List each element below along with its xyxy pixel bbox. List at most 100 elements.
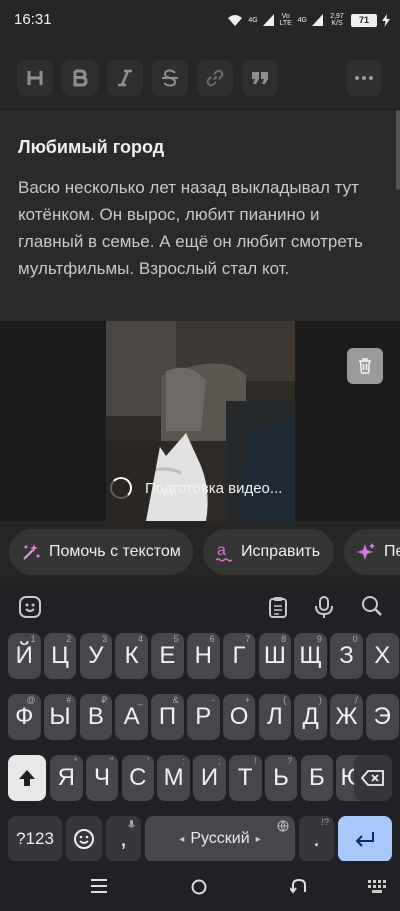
help-with-text-chip[interactable]: Помочь с текстом — [9, 529, 193, 575]
recent-apps-icon[interactable] — [91, 879, 107, 893]
more-icon — [355, 76, 373, 80]
search-icon[interactable] — [361, 595, 383, 617]
keyboard-switcher-icon[interactable] — [368, 880, 388, 894]
key-row2-4[interactable]: П & — [151, 694, 184, 740]
key-row1-2[interactable]: У3 — [79, 633, 113, 679]
key-row1-0[interactable]: Й1 — [8, 633, 41, 679]
key-hint: 2 — [66, 634, 72, 644]
key-row2-1[interactable]: Ы # — [43, 694, 77, 740]
third-ai-chip[interactable]: Пе — [344, 529, 400, 575]
key-row2-3[interactable]: А _ — [115, 694, 148, 740]
back-icon[interactable] — [290, 878, 308, 894]
article-title[interactable]: Любимый город — [18, 137, 164, 158]
emoji-key[interactable] — [66, 816, 102, 862]
key-label: О — [229, 703, 249, 730]
key-hint: 6 — [209, 634, 215, 644]
key-row2-0[interactable]: Ф @ — [8, 694, 41, 740]
key-hint: " — [110, 756, 114, 766]
key-row3-2[interactable]: С ' — [121, 755, 155, 801]
symbols-key[interactable]: ?123 — [8, 816, 62, 862]
key-label: К — [124, 642, 139, 669]
third-ai-chip-label: Пе — [384, 543, 400, 560]
key-hint: 5 — [173, 634, 179, 644]
key-row3-4[interactable]: И; — [193, 755, 226, 801]
heading-button[interactable] — [17, 60, 53, 96]
help-with-text-label: Помочь с текстом — [49, 543, 181, 560]
status-icons: 4G Vo LTE 4G 2,97 K/S 71 — [227, 10, 390, 30]
key-label: Ч — [94, 764, 111, 791]
key-row3-3[interactable]: М: — [157, 755, 190, 801]
key-row1-4[interactable]: Е5 — [151, 633, 184, 679]
key-row1-9[interactable]: З0 — [330, 633, 363, 679]
key-hint: ; — [218, 756, 221, 766]
article-editor[interactable]: Любимый город Васю несколько лет назад в… — [0, 110, 400, 321]
clipboard-icon[interactable] — [267, 595, 289, 619]
key-row3-1[interactable]: Ч " — [85, 755, 119, 801]
key-row1-5[interactable]: Н6 — [187, 633, 220, 679]
strikethrough-button[interactable] — [152, 60, 188, 96]
home-icon[interactable] — [191, 879, 207, 895]
key-row2-7[interactable]: Л( — [258, 694, 292, 740]
quote-button[interactable] — [242, 60, 278, 96]
key-hint: & — [172, 695, 179, 705]
italic-button[interactable] — [107, 60, 143, 96]
bold-button[interactable] — [62, 60, 98, 96]
more-button[interactable] — [346, 60, 382, 96]
key-row2-6[interactable]: О + — [222, 694, 256, 740]
volte-label: Vo LTE — [279, 13, 292, 27]
key-hint: ( — [283, 695, 287, 705]
key-label: Т — [237, 764, 253, 791]
key-hint: 8 — [281, 634, 287, 644]
trash-icon — [359, 358, 371, 374]
period-key[interactable]: . !? — [299, 816, 334, 862]
fix-text-chip[interactable]: a Исправить — [203, 529, 334, 575]
backspace-key[interactable] — [354, 755, 392, 801]
key-hint: @ — [26, 695, 36, 705]
svg-text:a: a — [217, 542, 226, 559]
quote-icon — [252, 72, 268, 84]
shift-key[interactable] — [8, 755, 46, 801]
comma-label: , — [120, 825, 127, 852]
key-row1-8[interactable]: Щ9 — [294, 633, 327, 679]
battery-icon: 71 — [351, 13, 377, 27]
key-label: Б — [308, 764, 325, 791]
key-row1-7[interactable]: Ш8 — [258, 633, 292, 679]
key-row1-3[interactable]: К4 — [115, 633, 148, 679]
space-key[interactable]: ◂ Русский ▸ — [145, 816, 295, 862]
key-label: Р — [195, 703, 212, 730]
key-row3-7[interactable]: Б — [300, 755, 334, 801]
period-hint: !? — [321, 817, 329, 827]
key-row3-0[interactable]: Я * — [50, 755, 83, 801]
key-label: Н — [194, 642, 212, 669]
key-label: Й — [15, 642, 33, 669]
enter-icon — [355, 832, 374, 847]
delete-video-button[interactable] — [347, 348, 383, 384]
link-button[interactable] — [197, 60, 233, 96]
key-row3-5[interactable]: Т! — [229, 755, 262, 801]
scrollbar[interactable] — [396, 110, 400, 190]
key-label: Ф — [15, 703, 34, 730]
key-row2-8[interactable]: Д) — [294, 694, 327, 740]
emoji-sticker-icon[interactable] — [18, 595, 42, 619]
spell-check-icon: a — [215, 542, 233, 562]
key-row2-2[interactable]: В ₽ — [79, 694, 113, 740]
comma-key[interactable]: , — [106, 816, 141, 862]
key-row2-9[interactable]: Ж / — [330, 694, 363, 740]
key-label: П — [158, 703, 177, 730]
key-hint: ) — [318, 695, 322, 705]
key-row3-6[interactable]: Ь? — [264, 755, 298, 801]
backspace-icon — [361, 770, 384, 786]
italic-icon — [118, 69, 132, 87]
enter-key[interactable] — [338, 816, 392, 862]
key-label: Э — [373, 703, 391, 730]
key-label: З — [339, 642, 354, 669]
key-row1-1[interactable]: Ц2 — [43, 633, 77, 679]
microphone-icon[interactable] — [314, 595, 334, 619]
key-row2-5[interactable]: Р- — [187, 694, 220, 740]
key-row1-10[interactable]: Х — [366, 633, 399, 679]
key-row1-6[interactable]: Г7 — [222, 633, 256, 679]
signal-icon — [262, 14, 274, 26]
key-row2-10[interactable]: Э — [366, 694, 399, 740]
article-body[interactable]: Васю несколько лет назад выкладывал тут … — [18, 174, 378, 282]
key-hint: ! — [253, 756, 257, 766]
